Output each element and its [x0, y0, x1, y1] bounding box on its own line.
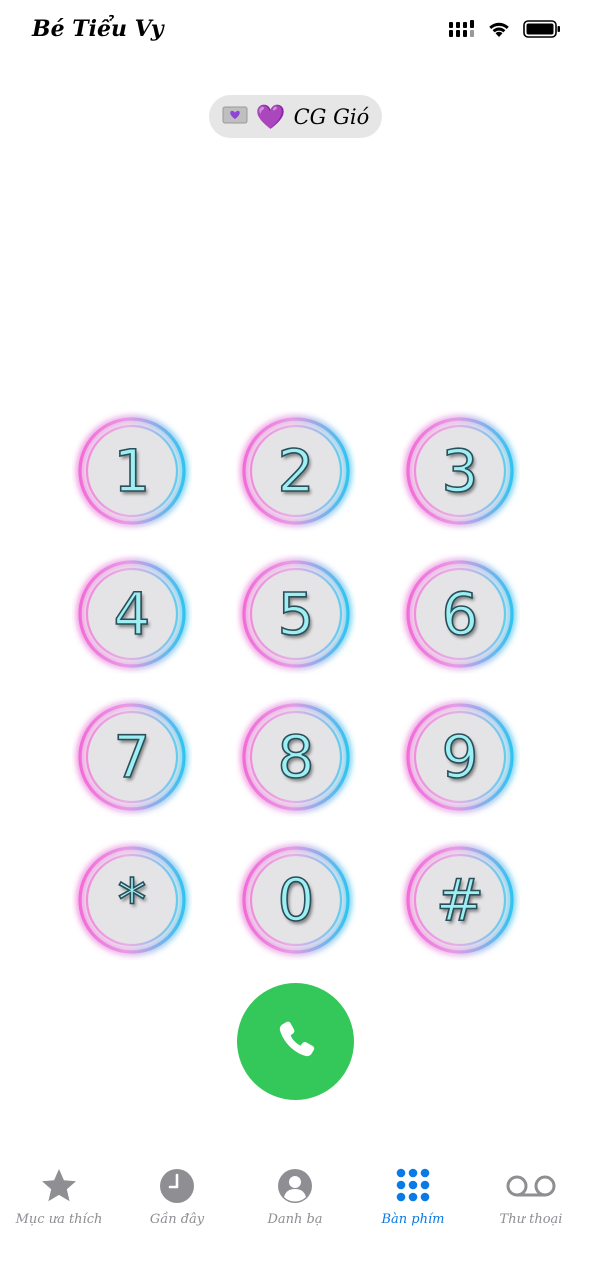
phone-icon — [272, 1016, 320, 1068]
key-digit: 5 — [277, 579, 316, 649]
key-6[interactable]: 6 — [400, 554, 520, 674]
key-digit: 9 — [441, 722, 480, 792]
key-4[interactable]: 4 — [72, 554, 192, 674]
sim-label: CG Gió — [293, 104, 370, 129]
battery-icon — [523, 20, 561, 42]
tab-label: Danh bạ — [267, 1212, 323, 1227]
key-digit: 3 — [441, 436, 480, 506]
tab-favorites[interactable]: Mục ưa thích — [0, 1168, 118, 1240]
star-icon — [39, 1166, 79, 1210]
clock-icon — [159, 1168, 195, 1208]
key-hash[interactable]: # — [400, 840, 520, 960]
call-button[interactable] — [237, 983, 354, 1100]
sim-card-icon — [222, 106, 248, 128]
tab-voicemail[interactable]: Thư thoại — [472, 1168, 590, 1240]
key-8[interactable]: 8 — [236, 697, 356, 817]
key-digit: 0 — [277, 865, 316, 935]
keypad-icon — [395, 1168, 431, 1208]
key-5[interactable]: 5 — [236, 554, 356, 674]
voicemail-icon — [505, 1171, 557, 1205]
key-digit: 8 — [277, 722, 316, 792]
key-1[interactable]: 1 — [72, 411, 192, 531]
tab-label: Thư thoại — [499, 1212, 563, 1227]
status-bar: Bé Tiểu Vy — [0, 0, 591, 70]
sim-selector-chip[interactable]: 💜 CG Gió — [209, 95, 382, 138]
key-2[interactable]: 2 — [236, 411, 356, 531]
key-digit: 4 — [113, 579, 152, 649]
status-icons — [449, 20, 561, 42]
key-digit: # — [435, 865, 485, 935]
person-icon — [277, 1168, 313, 1208]
tab-bar: Mục ưa thích Gần đây Danh bạ Bàn phím Th… — [0, 1160, 591, 1280]
purple-heart-icon: 💜 — [255, 102, 286, 131]
key-digit: 1 — [113, 436, 152, 506]
key-digit: 6 — [441, 579, 480, 649]
tab-recents[interactable]: Gần đây — [118, 1168, 236, 1240]
phone-dialer-screen: Bé Tiểu Vy 💜 CG Gió 1 2 3 4 5 6 7 8 9 * … — [0, 0, 591, 1280]
key-digit: 2 — [277, 436, 316, 506]
key-7[interactable]: 7 — [72, 697, 192, 817]
key-3[interactable]: 3 — [400, 411, 520, 531]
tab-label: Bàn phím — [381, 1212, 445, 1227]
key-9[interactable]: 9 — [400, 697, 520, 817]
cellular-signal-icon — [449, 20, 475, 42]
key-0[interactable]: 0 — [236, 840, 356, 960]
tab-keypad[interactable]: Bàn phím — [354, 1168, 472, 1240]
tab-label: Mục ưa thích — [15, 1212, 103, 1227]
carrier-name: Bé Tiểu Vy — [32, 16, 164, 42]
key-digit: 7 — [113, 722, 152, 792]
tab-label: Gần đây — [149, 1212, 205, 1227]
wifi-icon — [487, 20, 511, 42]
key-star[interactable]: * — [72, 840, 192, 960]
tab-contacts[interactable]: Danh bạ — [236, 1168, 354, 1240]
key-digit: * — [117, 865, 148, 935]
